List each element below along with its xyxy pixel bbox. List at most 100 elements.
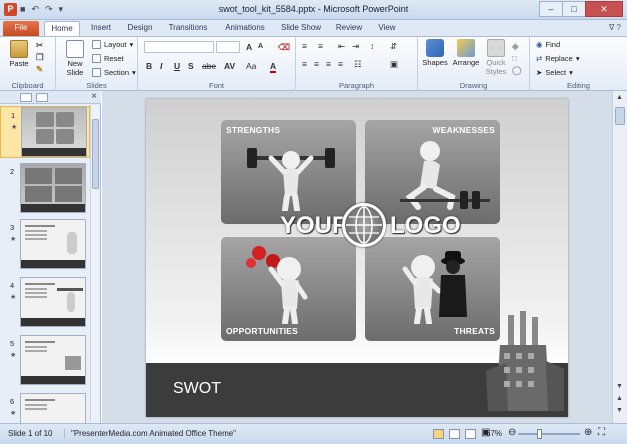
slide-preview (20, 163, 86, 213)
zoom-in-icon[interactable]: ⊕ (584, 427, 592, 438)
quick-styles-label: Quick Styles (485, 58, 507, 76)
numbering-icon[interactable]: ≡ (318, 41, 323, 51)
shadow-button[interactable]: S (188, 61, 194, 71)
globe-icon (342, 203, 386, 247)
tab-slide-show[interactable]: Slide Show (276, 21, 326, 36)
normal-view-icon[interactable] (433, 429, 444, 439)
zoom-slider-knob[interactable] (537, 429, 542, 439)
tab-home[interactable]: Home (44, 21, 80, 36)
replace-icon: ⇄ (536, 54, 543, 63)
arrange-icon (457, 39, 475, 57)
tab-transitions[interactable]: Transitions (162, 21, 214, 36)
close-button[interactable]: ✕ (585, 1, 623, 17)
paste-button[interactable]: Paste (6, 40, 32, 68)
paragraph-group-label: Paragraph (338, 81, 375, 90)
logo-placeholder[interactable]: YOUR LOGO (280, 203, 461, 247)
text-direction-icon[interactable]: ⇵ (390, 41, 397, 52)
fit-to-window-icon[interactable]: ⛶ (598, 427, 605, 438)
shrink-font-icon[interactable]: A (258, 43, 263, 50)
section-button[interactable]: Section ▾ (92, 68, 136, 77)
ribbon-help-icons[interactable]: ∇ ? (609, 23, 621, 32)
find-button[interactable]: ◉ Find (536, 40, 560, 49)
slide-thumbnail-6[interactable]: 6 ★ (0, 393, 90, 423)
tab-file[interactable]: File (3, 21, 39, 36)
select-button[interactable]: ➤ Select ▾ (536, 68, 573, 77)
arrange-button[interactable]: Arrange (450, 39, 482, 67)
reading-view-icon[interactable] (465, 429, 476, 439)
zoom-slider[interactable] (518, 433, 580, 435)
smartart-icon[interactable]: ▣ (390, 59, 398, 70)
scroll-down-icon[interactable]: ▼ (616, 383, 623, 390)
reset-button[interactable]: Reset (92, 54, 124, 63)
bold-button[interactable]: B (146, 61, 152, 71)
line-spacing-icon[interactable]: ↕ (370, 41, 374, 51)
paragraph-group: ≡ ≡ ⇤ ⇥ ↕ ⇵ ≡ ≡ ≡ ≡ ☷ ▣ Paragraph (296, 37, 418, 91)
scrollbar-thumb[interactable] (92, 119, 99, 189)
align-left-icon[interactable]: ≡ (302, 59, 307, 69)
slide-number: 6 (10, 397, 15, 406)
tab-review[interactable]: Review (330, 21, 368, 36)
slide-preview (20, 219, 86, 269)
font-size-box[interactable] (216, 41, 240, 53)
grow-font-icon[interactable]: A (246, 42, 252, 52)
font-color-button[interactable]: A (270, 61, 277, 73)
clear-formatting-icon[interactable]: ⌫ (278, 42, 290, 53)
tab-animations[interactable]: Animations (218, 21, 272, 36)
format-painter-icon[interactable]: ✎ (36, 64, 43, 75)
tab-insert[interactable]: Insert (84, 21, 118, 36)
underline-button[interactable]: U (174, 61, 180, 71)
slide-thumbnail-3[interactable]: 3 ★ (0, 219, 90, 271)
layout-button[interactable]: Layout ▾ (92, 40, 133, 49)
slide-thumbnail-1[interactable]: 1 ★ (0, 106, 90, 158)
minimize-button[interactable]: – (539, 1, 563, 17)
close-pane-icon[interactable]: × (91, 91, 97, 102)
new-slide-button[interactable]: New Slide (60, 40, 90, 77)
threats-quadrant[interactable]: THREATS (365, 237, 500, 341)
replace-button[interactable]: ⇄ Replace ▾ (536, 54, 580, 63)
bullets-icon[interactable]: ≡ (302, 41, 307, 51)
tab-design[interactable]: Design (122, 21, 158, 36)
decrease-indent-icon[interactable]: ⇤ (338, 41, 345, 52)
quick-styles-button[interactable]: Quick Styles (482, 39, 510, 76)
shape-effects-icon[interactable]: ◯ (512, 65, 522, 76)
increase-indent-icon[interactable]: ⇥ (352, 41, 359, 52)
shape-outline-icon[interactable]: □ (512, 53, 517, 63)
zoom-level[interactable]: 67% (486, 429, 502, 438)
maximize-button[interactable]: □ (562, 1, 586, 17)
slide-thumbnail-4[interactable]: 4 ★ (0, 277, 90, 329)
clipboard-group-label: Clipboard (11, 81, 44, 90)
animation-star-icon: ★ (10, 294, 17, 301)
change-case-button[interactable]: Aa (246, 61, 256, 71)
font-name-box[interactable] (144, 41, 214, 53)
opportunities-quadrant[interactable]: OPPORTUNITIES (221, 237, 356, 341)
slide-thumbnail-2[interactable]: 2 (0, 163, 90, 215)
character-spacing-button[interactable]: AV (224, 61, 235, 71)
tab-view[interactable]: View (372, 21, 402, 36)
slides-pane-scrollbar[interactable] (90, 105, 99, 421)
shapes-button[interactable]: Shapes (420, 39, 450, 67)
align-right-icon[interactable]: ≡ (326, 59, 331, 69)
scroll-up-icon[interactable]: ▲ (616, 94, 623, 101)
slides-tab-icon[interactable] (20, 93, 32, 102)
align-center-icon[interactable]: ≡ (314, 59, 319, 69)
justify-icon[interactable]: ≡ (338, 59, 343, 69)
zoom-out-icon[interactable]: ⊖ (508, 427, 516, 438)
outline-tab-icon[interactable] (36, 93, 48, 102)
shape-fill-icon[interactable]: ◈ (512, 41, 519, 52)
font-group: A A ⌫ B I U S abe AV Aa A Font (138, 37, 296, 91)
scrollbar-thumb[interactable] (615, 107, 625, 125)
canvas-vertical-scrollbar[interactable]: ▲ ▼ ▲ ▼ (612, 91, 627, 423)
current-slide[interactable]: STRENGTHS WEAKNESSES OPPORTUNITIES THREA… (146, 99, 568, 417)
slide-thumbnail-5[interactable]: 5 ★ (0, 335, 90, 387)
copy-icon[interactable]: ❐ (36, 52, 44, 63)
italic-button[interactable]: I (160, 61, 162, 71)
cut-icon[interactable]: ✂ (36, 40, 43, 51)
drawing-group: Shapes Arrange Quick Styles ◈ □ ◯ Drawin… (418, 37, 530, 91)
columns-icon[interactable]: ☷ (354, 59, 362, 70)
previous-slide-icon[interactable]: ▲ (616, 395, 623, 402)
strikethrough-button[interactable]: abe (202, 61, 216, 71)
animation-star-icon: ★ (11, 124, 18, 131)
next-slide-icon[interactable]: ▼ (616, 407, 623, 414)
slide-sorter-icon[interactable] (449, 429, 460, 439)
slide-title[interactable]: SWOT (173, 380, 221, 398)
